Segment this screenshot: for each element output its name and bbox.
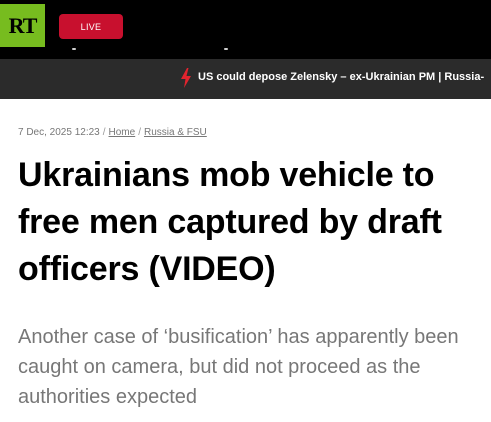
article-title: Ukrainians mob vehicle to free men captu… — [18, 156, 442, 288]
article-timestamp: 7 Dec, 2025 12:23 — [18, 127, 100, 138]
lightning-bolt-icon — [181, 68, 191, 88]
article-meta: 7 Dec, 2025 12:23/Home / Russia & FSU — [18, 127, 207, 138]
live-button[interactable]: LIVE — [59, 14, 123, 39]
breadcrumb-home-link[interactable]: Home — [109, 127, 136, 138]
rt-logo[interactable]: RT — [0, 4, 45, 47]
article-lead: Another case of ‘busification’ has appar… — [18, 326, 459, 408]
breadcrumb-separator: / — [138, 127, 141, 138]
breadcrumb-separator: / — [102, 127, 106, 138]
logo-text: RT — [8, 12, 38, 38]
news-ticker[interactable]: US could depose Zelensky – ex-Ukrainian … — [0, 59, 491, 99]
breadcrumb-section-link[interactable]: Russia & FSU — [144, 127, 207, 138]
nav-indicator — [72, 48, 76, 50]
top-bar: RT LIVE — [0, 0, 491, 59]
ticker-headline[interactable]: US could depose Zelensky – ex-Ukrainian … — [198, 71, 484, 83]
nav-indicator — [224, 48, 228, 50]
